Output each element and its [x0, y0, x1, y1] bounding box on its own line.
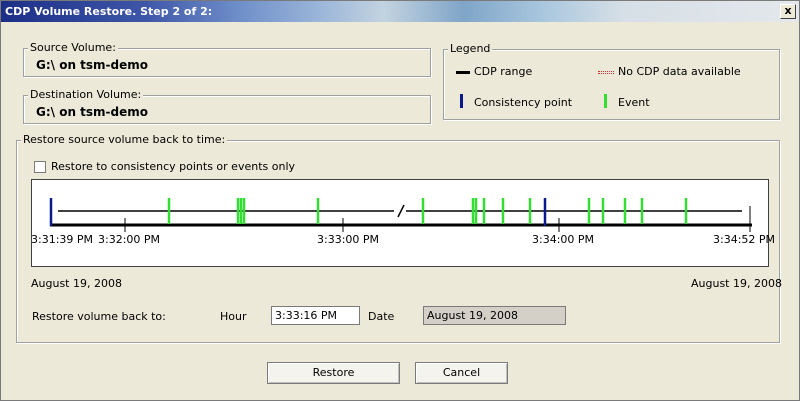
event-label: Event: [618, 96, 650, 109]
range-break-mark: [397, 204, 405, 218]
tick-label: 3:34:00 PM: [532, 233, 595, 246]
timeline-svg[interactable]: [32, 180, 768, 266]
end-date-label: August 19, 2008: [691, 277, 782, 290]
hour-label: Hour: [220, 310, 247, 323]
no-cdp-label: No CDP data available: [618, 65, 741, 78]
restore-time-label: Restore source volume back to time:: [21, 133, 228, 146]
event-swatch: [604, 94, 607, 108]
consistency-only-label: Restore to consistency points or events …: [51, 160, 296, 173]
legend-group: Legend CDP range No CDP data available C…: [443, 42, 780, 120]
tick-label: 3:33:00 PM: [317, 233, 380, 246]
restore-back-to-label: Restore volume back to:: [32, 310, 166, 323]
cancel-button[interactable]: Cancel: [415, 362, 508, 384]
legend-label: Legend: [448, 42, 493, 55]
date-label: Date: [368, 310, 395, 323]
date-input[interactable]: August 19, 2008: [423, 306, 566, 325]
tick-label: 3:34:52 PM: [713, 233, 776, 246]
source-volume-value: G:\ on tsm-demo: [36, 58, 149, 72]
tick-label: 3:31:39 PM: [31, 233, 94, 246]
source-volume-group: Source Volume: G:\ on tsm-demo: [23, 41, 431, 77]
close-button[interactable]: x: [780, 4, 796, 19]
title-bar: CDP Volume Restore. Step 2 of 2: x: [1, 1, 799, 22]
destination-volume-label: Destination Volume:: [28, 88, 144, 101]
window-title: CDP Volume Restore. Step 2 of 2:: [5, 5, 213, 18]
consistency-point-swatch: [460, 94, 463, 108]
hour-input[interactable]: 3:33:16 PM: [271, 306, 360, 325]
timeline-panel[interactable]: [31, 179, 769, 267]
tick-label: 3:32:00 PM: [98, 233, 161, 246]
start-date-label: August 19, 2008: [31, 277, 122, 290]
cdp-range-swatch: [456, 71, 470, 74]
destination-volume-group: Destination Volume: G:\ on tsm-demo: [23, 88, 431, 124]
source-volume-label: Source Volume:: [28, 41, 118, 54]
destination-volume-value: G:\ on tsm-demo: [36, 105, 149, 119]
consistency-only-checkbox[interactable]: [34, 161, 46, 173]
no-cdp-swatch: [598, 71, 614, 74]
consistency-point-label: Consistency point: [474, 96, 573, 109]
restore-button[interactable]: Restore: [267, 362, 400, 384]
cdp-restore-dialog: CDP Volume Restore. Step 2 of 2: x Sourc…: [0, 0, 800, 401]
cdp-range-label: CDP range: [474, 65, 533, 78]
